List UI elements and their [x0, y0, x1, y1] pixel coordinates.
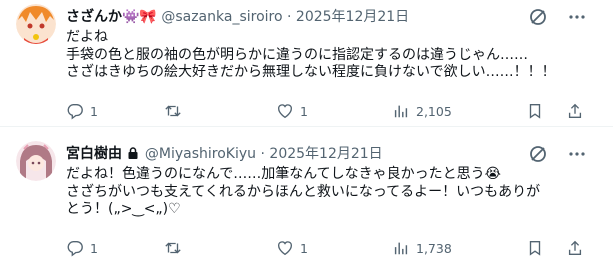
- timestamp[interactable]: 2025年12月21日: [269, 146, 382, 162]
- more-icon[interactable]: [567, 7, 587, 27]
- grok-icon[interactable]: [528, 144, 548, 164]
- views-icon: [394, 105, 408, 118]
- avatar[interactable]: [16, 4, 56, 44]
- tweet-line: だよね！色違うのになんで……加筆なんてしなきゃ良かったと思う😭: [66, 166, 501, 182]
- handle[interactable]: @sazanka_siroiro: [161, 9, 282, 25]
- tweet-line: だよね: [66, 29, 108, 45]
- action-bar: 1 1 2,105: [66, 101, 606, 121]
- share-button[interactable]: [566, 238, 584, 258]
- bookmark-icon: [529, 104, 541, 119]
- views-icon: [394, 242, 408, 255]
- tweet-header: 宮白樹由 @MiyashiroKiyu · 2025年12月21日: [66, 144, 383, 164]
- reply-count: 1: [90, 103, 98, 119]
- avatar[interactable]: [16, 141, 56, 181]
- action-bar: 1 1 1,738: [66, 238, 606, 258]
- reply-button[interactable]: 1: [66, 238, 98, 258]
- handle[interactable]: @MiyashiroKiyu: [145, 146, 256, 162]
- reply-button[interactable]: 1: [66, 101, 98, 121]
- lock-icon: [128, 147, 138, 159]
- bookmark-button[interactable]: [526, 238, 544, 258]
- like-count: 1: [300, 240, 308, 256]
- share-icon: [568, 240, 582, 255]
- bookmark-button[interactable]: [526, 101, 544, 121]
- tweet-1[interactable]: さざんか👾🎀 @sazanka_siroiro · 2025年12月21日 だよ…: [0, 0, 613, 127]
- tweet-2[interactable]: 宮白樹由 @MiyashiroKiyu · 2025年12月21日 だよね！色違…: [0, 127, 613, 277]
- tweet-text: だよね！色違うのになんで……加筆なんてしなきゃ良かったと思う😭 さざちがいつも支…: [66, 166, 606, 219]
- display-name[interactable]: さざんか: [66, 9, 122, 25]
- tweet-header: さざんか👾🎀 @sazanka_siroiro · 2025年12月21日: [66, 7, 409, 27]
- separator: ·: [287, 9, 292, 25]
- like-count: 1: [300, 103, 308, 119]
- more-icon[interactable]: [567, 144, 587, 164]
- reply-count: 1: [90, 240, 98, 256]
- grok-icon[interactable]: [528, 7, 548, 27]
- display-name[interactable]: 宮白樹由: [66, 146, 122, 162]
- tweet-line: とう！(„>‿<„)♡: [66, 201, 181, 217]
- view-count: 2,105: [416, 103, 452, 119]
- tweet-line: 手袋の色と服の袖の色が明らかに違うのに指認定するのは違うじゃん……: [66, 46, 528, 63]
- views-button[interactable]: 1,738: [392, 238, 452, 258]
- timestamp[interactable]: 2025年12月21日: [296, 9, 409, 25]
- name-emojis: 👾🎀: [122, 9, 157, 25]
- heart-icon: [278, 241, 292, 256]
- bookmark-icon: [529, 241, 541, 256]
- tweet-line: さざちがいつも支えてくれるからほんと救いになってるよー！いつもありが: [66, 183, 541, 200]
- share-icon: [568, 103, 582, 118]
- reply-icon: [67, 241, 83, 257]
- separator: ·: [260, 146, 265, 162]
- repost-icon: [165, 105, 181, 117]
- heart-icon: [278, 104, 292, 119]
- tweet-text: だよね 手袋の色と服の袖の色が明らかに違うのに指認定するのは違うじゃん…… さざ…: [66, 29, 606, 82]
- share-button[interactable]: [566, 101, 584, 121]
- view-count: 1,738: [416, 240, 452, 256]
- views-button[interactable]: 2,105: [392, 101, 452, 121]
- like-button[interactable]: 1: [276, 101, 308, 121]
- tweet-line: さざはきゆちの絵大好きだから無理しない程度に負けないで欲しい……！！！: [66, 64, 556, 80]
- like-button[interactable]: 1: [276, 238, 308, 258]
- repost-icon: [165, 242, 181, 254]
- repost-button[interactable]: [164, 238, 188, 258]
- reply-icon: [67, 104, 83, 120]
- repost-button[interactable]: [164, 101, 188, 121]
